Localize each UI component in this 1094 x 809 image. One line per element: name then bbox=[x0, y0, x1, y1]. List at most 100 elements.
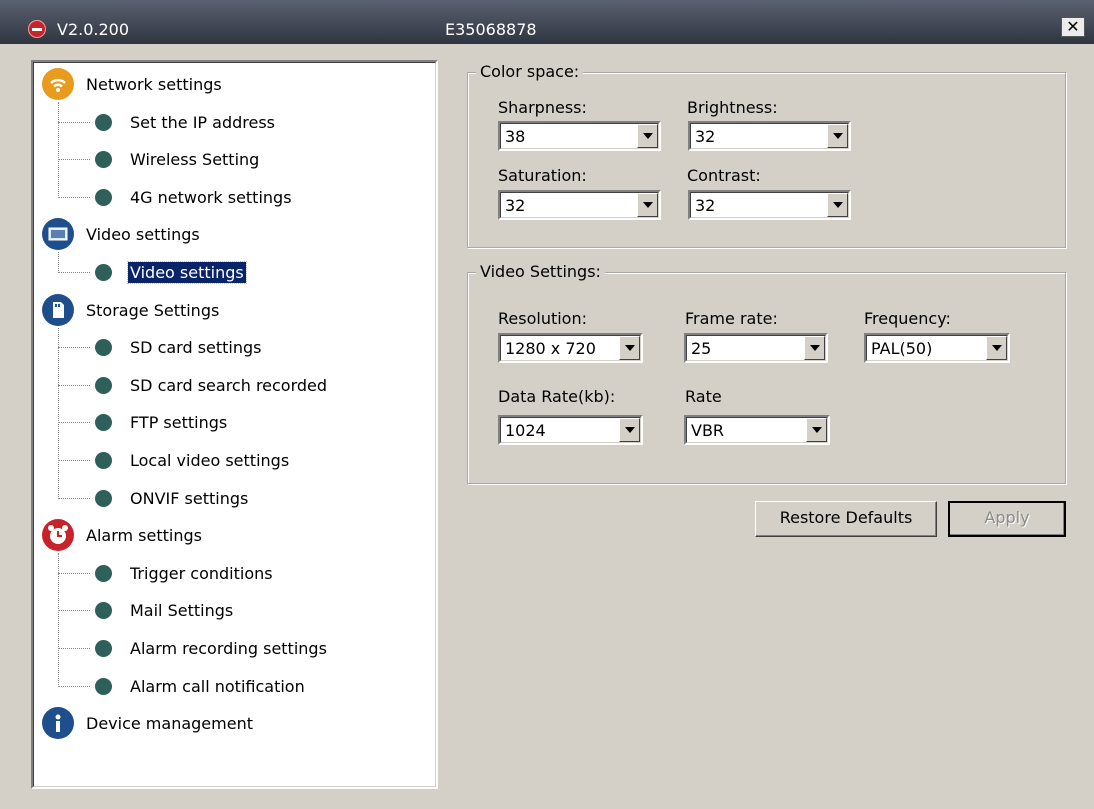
frequency-value: PAL(50) bbox=[871, 339, 933, 358]
bullet-icon bbox=[95, 113, 112, 131]
bullet-icon bbox=[95, 151, 112, 169]
device-id: E35068878 bbox=[445, 20, 537, 39]
rate-select[interactable]: VBR bbox=[684, 415, 830, 445]
frame-rate-label: Frame rate: bbox=[685, 309, 778, 328]
tree-connector-line bbox=[58, 497, 90, 499]
bullet-icon bbox=[95, 339, 112, 357]
rate-value: VBR bbox=[691, 421, 725, 440]
resolution-label: Resolution: bbox=[498, 309, 587, 328]
app-version: V2.0.200 bbox=[57, 20, 130, 39]
bullet-icon bbox=[95, 188, 112, 206]
tree-connector-line bbox=[58, 272, 90, 273]
frequency-select[interactable]: PAL(50) bbox=[864, 333, 1010, 363]
tree-item-label: SD card search recorded bbox=[130, 375, 328, 395]
tree-category-label: Video settings bbox=[86, 225, 200, 245]
saturation-select[interactable]: 32 bbox=[498, 190, 661, 220]
bullet-icon bbox=[95, 640, 112, 657]
tree-connector-line bbox=[58, 685, 90, 687]
tree-item-label: Wireless Setting bbox=[130, 150, 260, 170]
data-rate-label: Data Rate(kb): bbox=[498, 387, 616, 406]
tree-item-label: Alarm call notification bbox=[130, 676, 305, 696]
bullet-icon bbox=[95, 376, 112, 394]
tree-connector-line bbox=[58, 384, 90, 386]
tree-connector-line bbox=[58, 159, 90, 161]
tree-item-label: ONVIF settings bbox=[130, 488, 249, 508]
monitor-icon bbox=[42, 218, 74, 251]
frame-rate-select[interactable]: 25 bbox=[684, 333, 828, 363]
dropdown-arrow-icon[interactable] bbox=[619, 418, 640, 442]
video-settings-group: Video Settings: Resolution: 1280 x 720 F… bbox=[467, 262, 1066, 484]
tree-connector-line bbox=[58, 572, 90, 574]
contrast-label: Contrast: bbox=[687, 166, 761, 185]
tree-item-label: Alarm recording settings bbox=[130, 639, 327, 658]
info-icon bbox=[42, 707, 74, 740]
frame-rate-value: 25 bbox=[691, 339, 712, 358]
color-space-group: Color space: Sharpness: 38 Brightness: 3… bbox=[467, 62, 1066, 248]
dropdown-arrow-icon[interactable] bbox=[806, 418, 827, 442]
tree-item-label: SD card settings bbox=[130, 338, 262, 358]
tree-connector-line bbox=[58, 347, 90, 349]
tree-connector-line bbox=[58, 422, 90, 424]
tree-item-label: Local video settings bbox=[130, 451, 290, 470]
wifi-icon bbox=[42, 68, 74, 100]
sharpness-label: Sharpness: bbox=[498, 98, 587, 117]
data-rate-value: 1024 bbox=[505, 421, 546, 440]
tree-category-label: Storage Settings bbox=[86, 300, 220, 320]
data-rate-select[interactable]: 1024 bbox=[498, 415, 643, 445]
restore-defaults-button[interactable]: Restore Defaults bbox=[755, 501, 937, 537]
dropdown-arrow-icon[interactable] bbox=[827, 193, 848, 217]
brightness-value: 32 bbox=[695, 127, 716, 146]
app-logo-icon bbox=[28, 20, 46, 38]
dropdown-arrow-icon[interactable] bbox=[804, 336, 825, 360]
tree-connector-line bbox=[58, 196, 90, 198]
settings-tree-body: Network settings Set the IP address Wirele… bbox=[33, 62, 436, 787]
bullet-icon bbox=[95, 677, 112, 695]
sd-card-icon bbox=[42, 293, 74, 326]
dropdown-arrow-icon[interactable] bbox=[619, 336, 640, 360]
saturation-label: Saturation: bbox=[498, 166, 587, 185]
title-bar: V2.0.200 E35068878 ✕ bbox=[0, 0, 1094, 44]
bullet-icon bbox=[95, 264, 112, 281]
dropdown-arrow-icon[interactable] bbox=[827, 124, 848, 148]
sharpness-value: 38 bbox=[505, 127, 526, 146]
tree-connector-line bbox=[58, 460, 90, 461]
video-settings-title: Video Settings: bbox=[476, 262, 605, 281]
tree-connector-line bbox=[58, 102, 59, 198]
alarm-clock-icon bbox=[42, 519, 74, 552]
tree-category-label: Network settings bbox=[86, 75, 222, 94]
bullet-icon bbox=[95, 489, 112, 507]
tree-item-label: Set the IP address bbox=[130, 112, 276, 132]
tree-item-label: 4G network settings bbox=[130, 187, 292, 207]
bullet-icon bbox=[95, 452, 112, 469]
resolution-select[interactable]: 1280 x 720 bbox=[498, 333, 643, 363]
brightness-label: Brightness: bbox=[687, 98, 778, 117]
bullet-icon bbox=[95, 414, 112, 432]
sharpness-select[interactable]: 38 bbox=[498, 121, 661, 151]
tree-connector-line bbox=[58, 610, 90, 612]
tree-item-label: Mail Settings bbox=[130, 601, 234, 621]
tree-category-label: Alarm settings bbox=[86, 526, 202, 546]
settings-tree: Network settings Set the IP address Wirele… bbox=[31, 60, 438, 789]
contrast-select[interactable]: 32 bbox=[688, 190, 851, 220]
tree-category-label: Device management bbox=[86, 714, 253, 734]
tree-connector-line bbox=[58, 121, 90, 123]
tree-item-label: Video settings bbox=[127, 261, 247, 284]
brightness-select[interactable]: 32 bbox=[688, 121, 851, 151]
dropdown-arrow-icon[interactable] bbox=[637, 193, 658, 217]
bullet-icon bbox=[95, 564, 112, 582]
color-space-title: Color space: bbox=[476, 62, 584, 81]
close-button[interactable]: ✕ bbox=[1061, 17, 1085, 37]
tree-connector-line bbox=[58, 252, 59, 274]
saturation-value: 32 bbox=[505, 196, 526, 215]
tree-item-label: FTP settings bbox=[130, 413, 228, 433]
dropdown-arrow-icon[interactable] bbox=[637, 124, 658, 148]
tree-item-label: Trigger conditions bbox=[130, 563, 273, 583]
apply-button[interactable]: Apply bbox=[948, 501, 1066, 537]
tree-connector-line bbox=[58, 648, 90, 649]
contrast-value: 32 bbox=[695, 196, 716, 215]
dropdown-arrow-icon[interactable] bbox=[986, 336, 1007, 360]
frequency-label: Frequency: bbox=[864, 309, 951, 328]
bullet-icon bbox=[95, 602, 112, 620]
resolution-value: 1280 x 720 bbox=[505, 339, 596, 358]
tree-connector-line bbox=[58, 327, 59, 499]
